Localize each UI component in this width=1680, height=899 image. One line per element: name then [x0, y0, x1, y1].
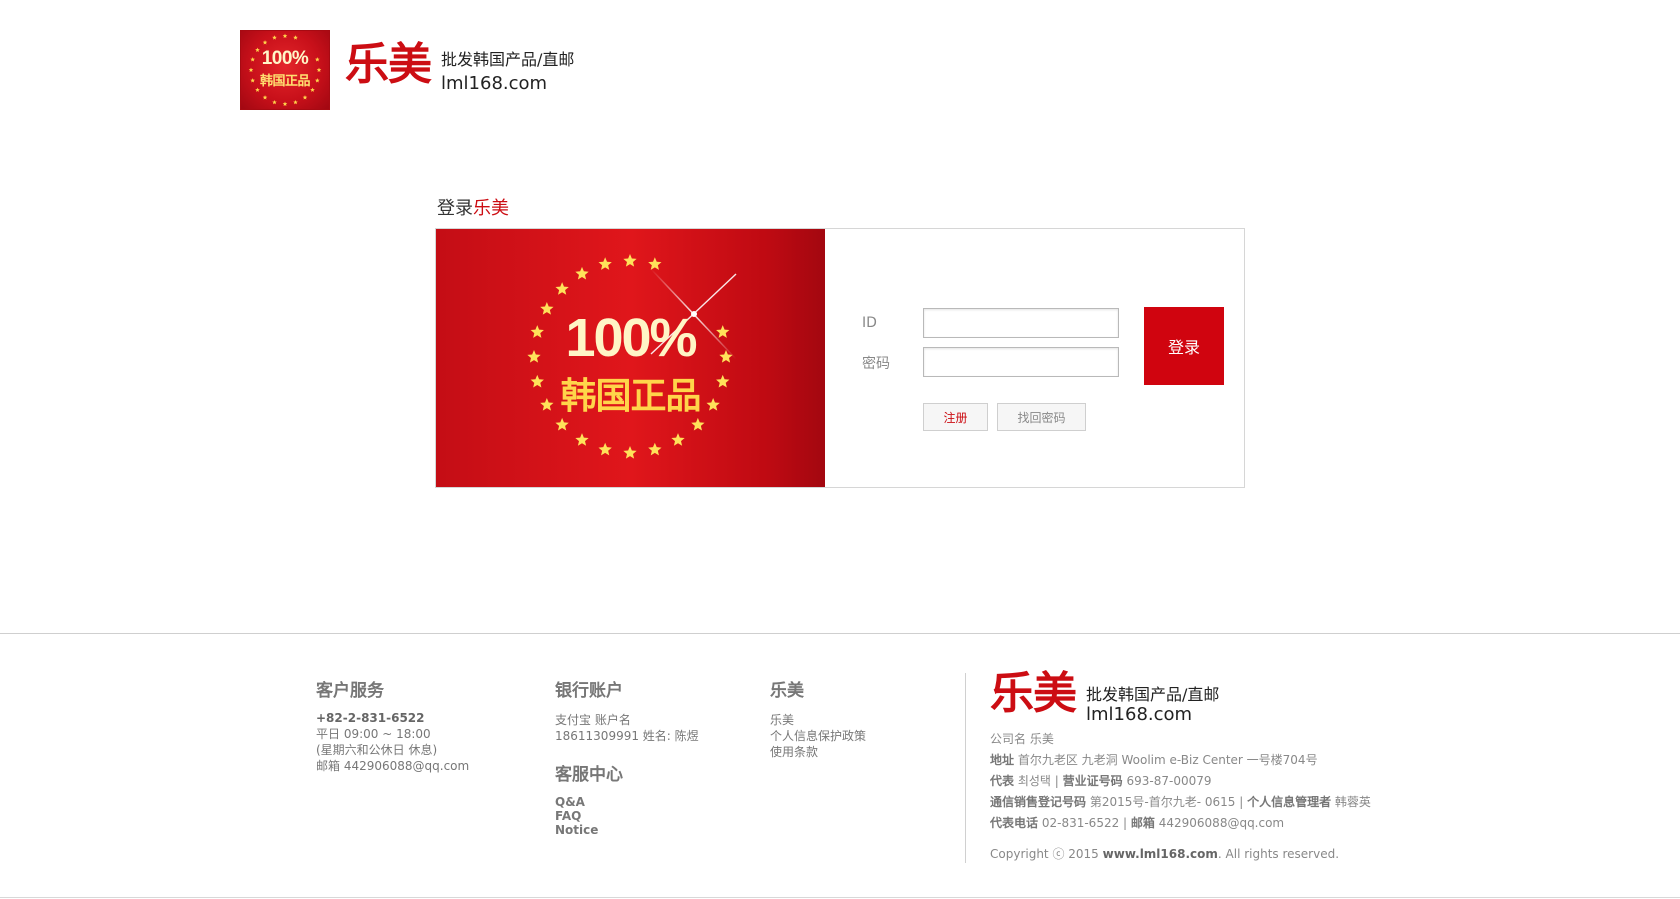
service-hours: 平日 09:00 ~ 18:00	[316, 727, 431, 741]
footer-brand-tagline: 批发韩国产品/直邮	[1086, 685, 1220, 704]
bank-title: 银行账户	[555, 681, 623, 701]
lemei-links: 乐美 个人信息保护政策 使用条款	[770, 712, 866, 760]
rep-value: 최성택	[1017, 774, 1051, 788]
id-input[interactable]	[923, 308, 1119, 338]
star-icon	[272, 99, 277, 105]
star-icon	[555, 417, 569, 431]
tel-label: 代表电话	[990, 816, 1039, 830]
address-row: 地址 首尔九老区 九老洞 Woolim e-Biz Center 一号楼704号	[990, 751, 1318, 768]
telecom-label: 通信销售登记号码	[990, 795, 1087, 809]
copyright-site: www.lml168.com	[1102, 847, 1218, 861]
star-icon	[598, 442, 612, 456]
footer-divider	[0, 633, 1680, 634]
login-title: 登录乐美	[437, 194, 509, 220]
copyright-prefix: Copyright ⓒ 2015	[990, 847, 1099, 861]
footer-vertical-divider	[965, 673, 966, 863]
promo-text: 韩国正品	[560, 376, 701, 417]
star-icon	[623, 254, 637, 267]
footer-brand-domain: lml168.com	[1086, 704, 1193, 725]
qa-link[interactable]: Q&A	[555, 795, 598, 809]
company-name-label: 公司名	[990, 732, 1027, 746]
promo-percent: 100%	[565, 308, 697, 368]
star-icon	[623, 446, 637, 459]
privacy-manager-value: 韩蓉英	[1334, 795, 1371, 809]
register-button[interactable]: 注册	[923, 403, 988, 431]
telecom-row: 通信销售登记号码 第2015号-首尔九老- 0615 | 个人信息管理者 韩蓉英	[990, 795, 1371, 809]
footer-bottom-line	[0, 897, 1680, 898]
help-center-links: Q&A FAQ Notice	[555, 795, 598, 837]
star-icon	[282, 33, 288, 38]
faq-link[interactable]: FAQ	[555, 809, 598, 823]
login-button[interactable]: 登录	[1144, 307, 1224, 385]
badge-text: 韩国正品	[259, 73, 311, 88]
biz-value: 693-87-00079	[1126, 774, 1212, 788]
star-icon	[575, 266, 589, 280]
header-logo-badge[interactable]: 100% 韩国正品	[240, 30, 330, 110]
address-value: 首尔九老区 九老洞 Woolim e-Biz Center 一号楼704号	[1017, 753, 1318, 767]
lemei-title: 乐美	[770, 681, 804, 701]
rep-label: 代表	[990, 774, 1015, 788]
customer-service-title: 客户服务	[316, 681, 384, 701]
biz-label: 营业证号码	[1062, 774, 1123, 788]
star-icon	[293, 35, 298, 40]
star-icon	[691, 417, 705, 431]
terms-link[interactable]: 使用条款	[770, 744, 866, 760]
copyright-suffix: . All rights reserved.	[1217, 847, 1340, 861]
login-title-prefix: 登录	[437, 198, 473, 219]
star-icon	[648, 442, 662, 456]
brand-domain: lml168.com	[441, 73, 548, 94]
service-email: 邮箱 442906088@qq.com	[316, 759, 470, 773]
mail-value: 442906088@qq.com	[1158, 816, 1285, 830]
help-center-title: 客服中心	[555, 765, 623, 785]
company-name-row: 公司名 乐美	[990, 730, 1054, 747]
brand-tagline: 批发韩国产品/直邮	[441, 50, 575, 69]
recover-password-button[interactable]: 找回密码	[997, 403, 1086, 431]
rep-row: 代表 최성택 | 营业证号码 693-87-00079	[990, 774, 1212, 788]
contact-row: 代表电话 02-831-6522 | 邮箱 442906088@qq.com	[990, 816, 1285, 830]
privacy-manager-label: 个人信息管理者	[1247, 795, 1332, 809]
promo-banner: 100% 韩国正品	[436, 229, 825, 487]
service-phone: +82-2-831-6522	[316, 711, 425, 725]
customer-service-info: +82-2-831-6522 平日 09:00 ~ 18:00 (星期六和公休日…	[316, 710, 469, 774]
star-icon	[282, 101, 288, 106]
notice-link[interactable]: Notice	[555, 823, 598, 837]
star-icon	[262, 40, 268, 45]
star-icon	[302, 95, 308, 100]
password-label: 密码	[862, 356, 890, 372]
mail-label: 邮箱	[1130, 816, 1155, 830]
star-icon	[598, 257, 612, 270]
privacy-policy-link[interactable]: 个人信息保护政策	[770, 728, 866, 744]
brand-logo-text[interactable]: 乐美	[345, 40, 432, 90]
company-name-value: 乐美	[1029, 732, 1054, 746]
tel-value: 02-831-6522	[1041, 816, 1120, 830]
badge-percent: 100%	[261, 48, 309, 69]
star-icon	[671, 433, 685, 446]
id-label: ID	[862, 315, 877, 331]
service-closed: (星期六和公休日 休息)	[316, 743, 438, 757]
star-icon	[262, 95, 268, 100]
copyright: Copyright ⓒ 2015 www.lml168.com. All rig…	[990, 845, 1339, 862]
bank-info: 支付宝 账户名 18611309991 姓名: 陈煜	[555, 712, 699, 744]
bank-line-1: 支付宝 账户名	[555, 713, 631, 727]
star-icon	[293, 99, 298, 105]
footer-brand-logo-text: 乐美	[990, 668, 1077, 719]
star-icon	[272, 35, 277, 40]
star-icon	[648, 257, 662, 270]
password-input[interactable]	[923, 347, 1119, 377]
telecom-value: 第2015号-首尔九老- 0615	[1089, 795, 1236, 809]
address-label: 地址	[990, 753, 1015, 767]
star-icon	[575, 433, 589, 446]
star-icon	[555, 282, 569, 295]
login-title-accent: 乐美	[473, 198, 509, 219]
login-panel: 100% 韩国正品 ID 密码 登录 注册 找回密码	[435, 228, 1245, 488]
lemei-link[interactable]: 乐美	[770, 712, 866, 728]
bank-line-2: 18611309991 姓名: 陈煜	[555, 729, 699, 743]
